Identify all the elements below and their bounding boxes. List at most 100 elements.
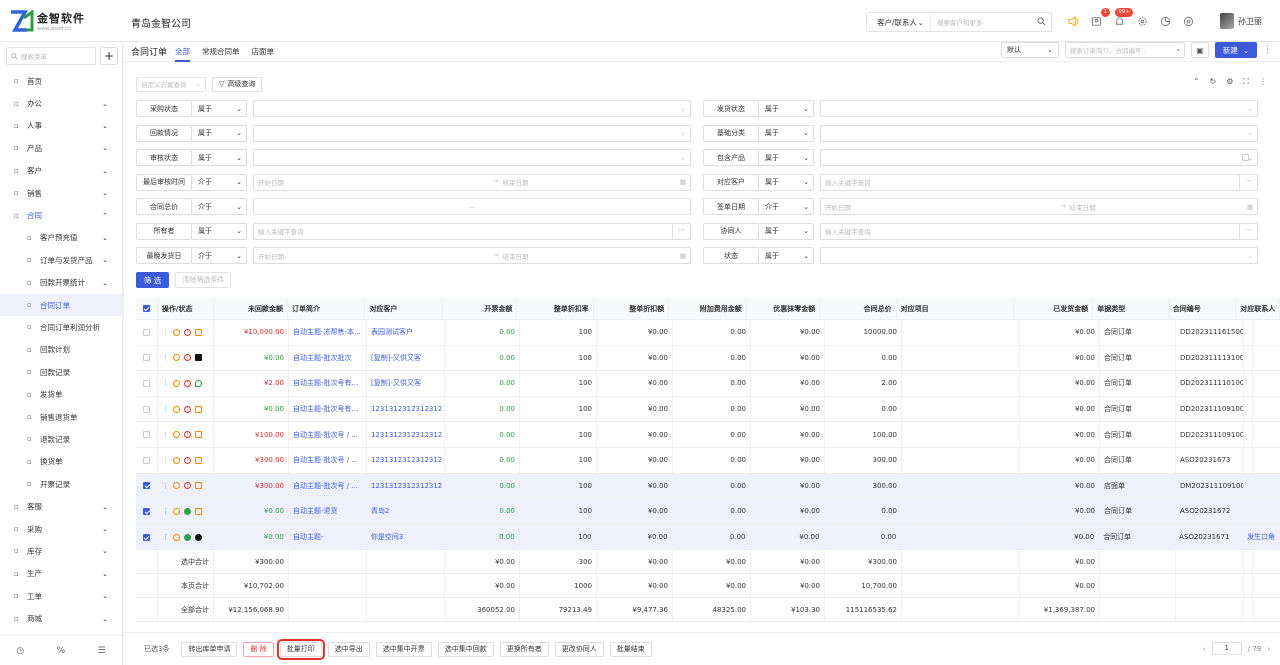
more-vertical-icon[interactable]: ⋮	[1259, 77, 1267, 87]
filter-operator-select[interactable]: 属于 ⌄	[759, 100, 814, 117]
cell-contact[interactable]	[1244, 447, 1253, 473]
cell-customer[interactable]: 表园测试客户	[367, 320, 445, 345]
fullscreen-icon[interactable]: ⛶	[1243, 77, 1249, 87]
more-options-icon[interactable]: ···	[1239, 174, 1257, 190]
sort-select[interactable]: 默认 ⌄	[1001, 42, 1059, 58]
cell-customer[interactable]: 1231312312312312	[367, 396, 445, 422]
global-search-input[interactable]: 搜索客户和更多	[931, 17, 1031, 27]
table-row[interactable]: ⋮! ¥300.00 自动主题-批次号 / ... 1231312312312312 0…	[136, 447, 1280, 474]
order-search-input[interactable]: 搜索订单简介、合同编号... ⌕	[1065, 42, 1185, 58]
prev-page-icon[interactable]: ‹	[1203, 645, 1206, 653]
cell-contact[interactable]	[1244, 499, 1253, 524]
cell-customer[interactable]: 1231312312312312	[367, 473, 445, 499]
sidebar-item[interactable]: ▫ 客服 ⌄	[0, 495, 122, 517]
delete-button[interactable]: 删 除	[243, 641, 274, 657]
change-collaborator-button[interactable]: 更改协同人	[554, 641, 604, 657]
filter-operator-select[interactable]: 介于 ⌄	[192, 198, 247, 215]
transfer-outbound-button[interactable]: 转出库单申请	[181, 641, 238, 657]
filter-value-input[interactable]: ⌄	[820, 100, 1258, 117]
tab-store-order[interactable]: 店面单	[252, 42, 275, 62]
cell-customer[interactable]: [复制]-又供又客	[367, 345, 445, 371]
cell-summary[interactable]: 自动主题-冻帮售-本...	[289, 320, 367, 345]
more-vertical-icon[interactable]: ⋮	[162, 379, 169, 387]
filter-button[interactable]: 筛 选	[136, 272, 170, 288]
cell-customer[interactable]: 1231312312312312	[367, 422, 445, 447]
filter-operator-select[interactable]: 介于 ⌄	[192, 173, 247, 191]
cell-customer[interactable]: [复制]-又供又客	[367, 371, 445, 396]
row-checkbox[interactable]	[143, 379, 150, 387]
tab-regular-contract[interactable]: 常规合同单	[202, 42, 240, 62]
filter-value-input[interactable]: —	[253, 198, 691, 215]
column-header[interactable]: 对应项目	[897, 298, 1014, 319]
batch-invoice-button[interactable]: 选中集中开票	[375, 641, 432, 657]
column-header[interactable]: 开票金额	[443, 298, 518, 319]
collapse-icon[interactable]: ⌃	[1193, 77, 1200, 87]
change-owner-button[interactable]: 更换所有者	[499, 641, 549, 657]
sidebar-item[interactable]: ▫ 销售退货单	[0, 406, 122, 428]
filter-value-input[interactable]: ⌄	[820, 247, 1258, 264]
message-icon[interactable]: 99+	[1112, 8, 1133, 28]
filter-value-input[interactable]: ⌄	[820, 124, 1258, 142]
row-checkbox[interactable]	[143, 456, 150, 464]
sidebar-item[interactable]: ▫ 办公 ⌄	[0, 92, 122, 114]
sidebar-item[interactable]: ▫ 首页	[0, 70, 122, 92]
column-header[interactable]: 操作/状态	[158, 298, 214, 319]
cell-summary[interactable]: 自动主题-批次号 / ...	[289, 447, 367, 473]
cell-summary[interactable]: 自动主题-批次号有...	[289, 396, 367, 422]
next-page-icon[interactable]: ›	[1267, 645, 1270, 653]
cell-summary[interactable]: 自动主题-	[289, 524, 367, 550]
filter-value-input[interactable]: 开始日期 → 结束日期 ▦	[253, 247, 691, 264]
batch-finish-button[interactable]: 批量结束	[609, 641, 652, 657]
clear-filter-button[interactable]: 清除筛选条件	[175, 272, 232, 288]
sidebar-item[interactable]: ▫ 销售 ⌄	[0, 182, 122, 204]
filter-value-input[interactable]: ⌄	[253, 124, 691, 142]
cell-contact[interactable]	[1244, 473, 1253, 499]
more-vertical-icon[interactable]: ⋮	[1263, 45, 1272, 55]
include-product-checkbox[interactable]	[1242, 154, 1249, 161]
cell-customer[interactable]: 1231312312312312	[367, 447, 445, 473]
sidebar-item[interactable]: ▫ 合同订单	[0, 293, 122, 317]
cell-contact[interactable]: 发生口角	[1243, 524, 1280, 550]
batch-payment-button[interactable]: 选中集中回款	[437, 641, 494, 657]
sidebar-item[interactable]: ▫ 换货单	[0, 451, 122, 473]
cell-summary[interactable]: 自动主题-批次批次	[289, 345, 367, 371]
filter-operator-select[interactable]: 属于 ⌄	[759, 149, 814, 166]
cell-contact[interactable]	[1244, 396, 1253, 422]
logo[interactable]: 金智软件 www.jzsoft.cn	[10, 9, 85, 32]
sidebar-item[interactable]: ▫ 人事 ⌄	[0, 115, 122, 137]
history-icon[interactable]: ◷	[16, 646, 24, 656]
column-header[interactable]: 整单折扣率	[517, 298, 594, 319]
table-row[interactable]: ⋮ ¥0.00 自动主题- 你是空间3 0.00 100 ¥0.00 0.00 ¥0.00 0.0…	[136, 524, 1280, 551]
cell-summary[interactable]: 自动主题-批次号 / ...	[289, 422, 367, 447]
more-vertical-icon[interactable]: ⋮	[162, 456, 169, 464]
filter-value-input[interactable]: 开始日期 → 结束日期 ▦	[253, 173, 691, 191]
custom-query-select[interactable]: 自定义方案查询 ⌄	[136, 76, 206, 92]
table-row[interactable]: ⋮! ¥2.00 自动主题-批次号有... [复制]-又供又客 0.00 100 ¥0.00…	[136, 371, 1280, 397]
column-header[interactable]: 单据类型	[1093, 298, 1169, 319]
sidebar-item[interactable]: ▫ 回款计划	[0, 339, 122, 361]
table-row[interactable]: ⋮! ¥0.00 自动主题-批次批次 [复制]-又供又客 0.00 100 ¥0.00 0.0…	[136, 345, 1280, 372]
filter-value-input[interactable]: ⌄	[253, 100, 691, 117]
column-header[interactable]: 已发货金额	[1014, 298, 1094, 319]
more-vertical-icon[interactable]: ⋮	[162, 482, 169, 490]
row-checkbox[interactable]	[143, 507, 150, 515]
sidebar-item[interactable]: ▫ 库存 ⌄	[0, 540, 122, 562]
page-input[interactable]: 1	[1211, 642, 1242, 655]
filter-operator-select[interactable]: 介于 ⌄	[759, 198, 814, 215]
settings-icon[interactable]	[1135, 14, 1149, 28]
sidebar-item[interactable]: ▫ 合同 ⌃	[0, 204, 122, 226]
filter-operator-select[interactable]: 属于 ⌄	[759, 222, 814, 240]
column-header[interactable]: 优惠抹零金额	[747, 298, 821, 319]
filter-operator-select[interactable]: 介于 ⌄	[192, 247, 247, 264]
gear-icon[interactable]	[1181, 14, 1195, 28]
row-checkbox[interactable]	[143, 431, 150, 439]
column-header[interactable]: 合同总价	[820, 298, 897, 319]
cell-summary[interactable]: 自动主题-批次号有...	[289, 371, 367, 396]
table-row[interactable]: ⋮ ¥0.00 自动主题-退货 青岛2 0.00 100 ¥0.00 0.00 ¥0.00 0.0…	[136, 499, 1280, 525]
filter-operator-select[interactable]: 属于 ⌄	[759, 173, 814, 191]
cell-contact[interactable]	[1244, 345, 1253, 371]
filter-operator-select[interactable]: 属于 ⌄	[759, 124, 814, 142]
search-icon[interactable]: ⌕	[1176, 46, 1180, 55]
batch-print-button[interactable]: 批量打印	[276, 638, 325, 660]
row-checkbox[interactable]	[143, 405, 150, 413]
